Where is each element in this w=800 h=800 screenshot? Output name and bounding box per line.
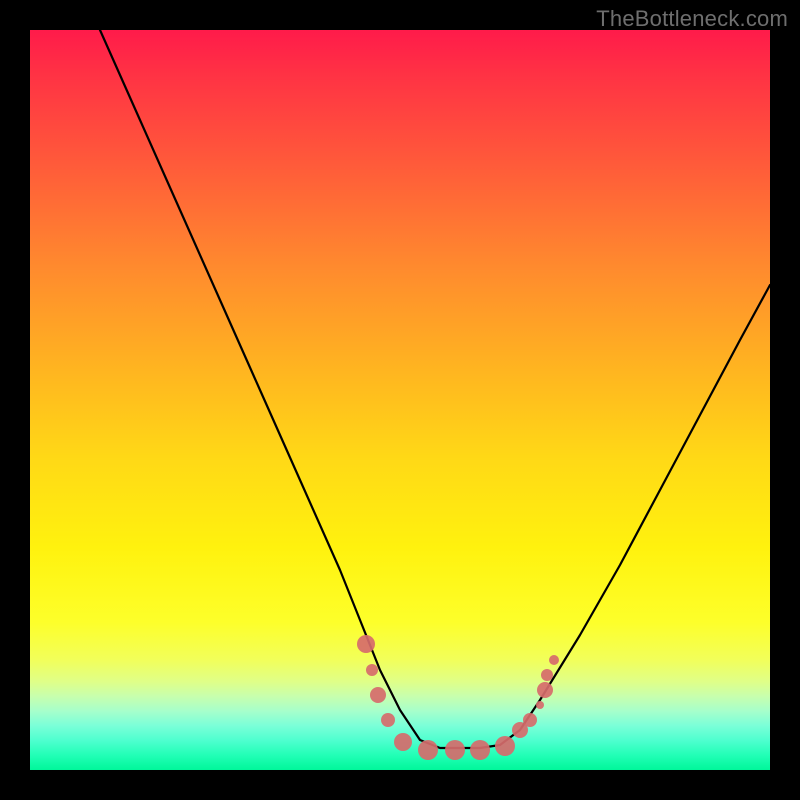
data-point [470, 740, 490, 760]
data-point [536, 701, 544, 709]
curve-path [100, 30, 770, 748]
bottleneck-curve [100, 30, 770, 748]
data-point [549, 655, 559, 665]
data-point [394, 733, 412, 751]
data-point [357, 635, 375, 653]
data-point [445, 740, 465, 760]
data-point [381, 713, 395, 727]
data-point [541, 669, 553, 681]
plot-area [30, 30, 770, 770]
data-point [418, 740, 438, 760]
data-point [537, 682, 553, 698]
chart-svg [30, 30, 770, 770]
chart-frame: TheBottleneck.com [0, 0, 800, 800]
data-points [357, 635, 559, 760]
data-point [495, 736, 515, 756]
watermark-text: TheBottleneck.com [596, 6, 788, 32]
data-point [523, 713, 537, 727]
data-point [366, 664, 378, 676]
data-point [370, 687, 386, 703]
